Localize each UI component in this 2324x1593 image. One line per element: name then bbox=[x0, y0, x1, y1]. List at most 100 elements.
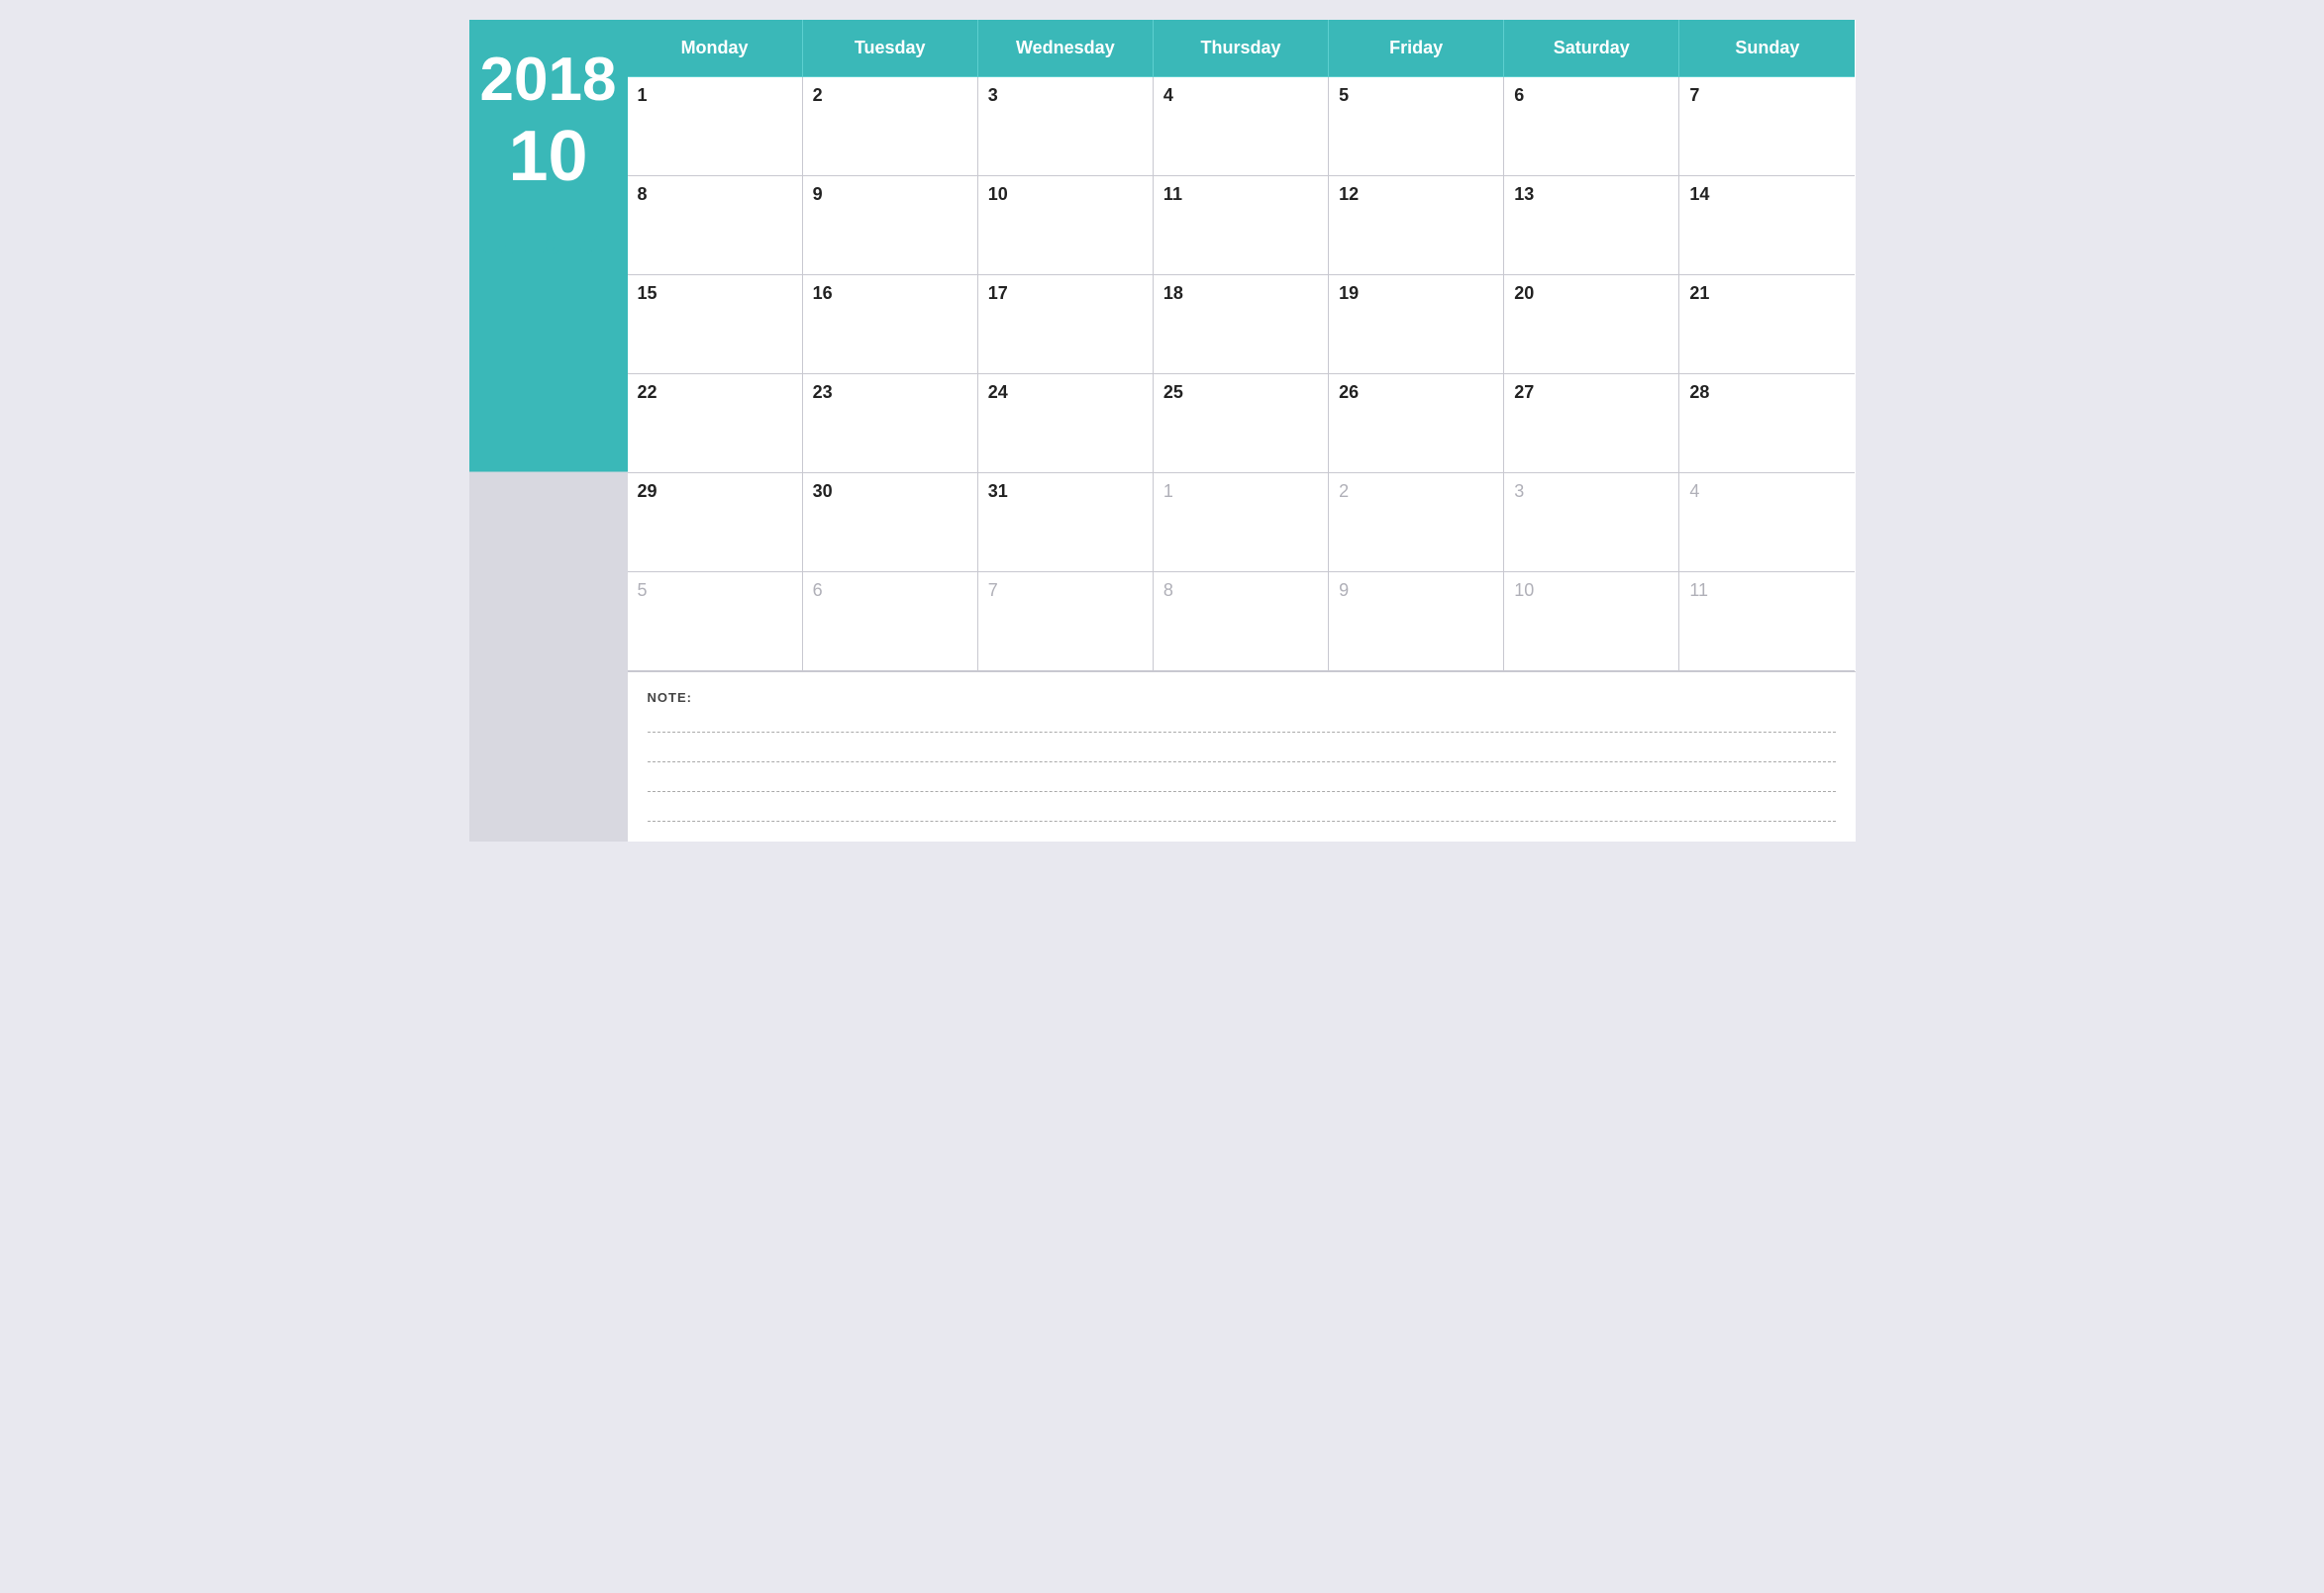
day-headers: MondayTuesdayWednesdayThursdayFridaySatu… bbox=[628, 20, 1856, 77]
cell-number: 28 bbox=[1689, 382, 1845, 403]
cell-number: 13 bbox=[1514, 184, 1668, 205]
cell-number: 4 bbox=[1689, 481, 1845, 502]
cell-number: 3 bbox=[1514, 481, 1668, 502]
cell-number: 18 bbox=[1163, 283, 1318, 304]
cell-number: 8 bbox=[1163, 580, 1318, 601]
calendar-cell[interactable]: 17 bbox=[978, 275, 1154, 374]
calendar-cell[interactable]: 2 bbox=[803, 77, 978, 176]
calendar-cell[interactable]: 6 bbox=[803, 572, 978, 671]
cell-number: 9 bbox=[813, 184, 967, 205]
cell-number: 22 bbox=[638, 382, 792, 403]
calendar-cell[interactable]: 2 bbox=[1329, 473, 1504, 572]
calendar-cell[interactable]: 7 bbox=[978, 572, 1154, 671]
calendar-cell[interactable]: 23 bbox=[803, 374, 978, 473]
calendar-cell[interactable]: 20 bbox=[1504, 275, 1679, 374]
calendar-cell[interactable]: 24 bbox=[978, 374, 1154, 473]
notes-section: NOTE: bbox=[628, 671, 1856, 842]
cell-number: 1 bbox=[1163, 481, 1318, 502]
calendar-cell[interactable]: 27 bbox=[1504, 374, 1679, 473]
calendar-cell[interactable]: 4 bbox=[1154, 77, 1329, 176]
cell-number: 27 bbox=[1514, 382, 1668, 403]
notes-label: NOTE: bbox=[648, 690, 1836, 705]
calendar-cell[interactable]: 5 bbox=[1329, 77, 1504, 176]
cell-number: 29 bbox=[638, 481, 792, 502]
cell-number: 10 bbox=[988, 184, 1143, 205]
cell-number: 14 bbox=[1689, 184, 1845, 205]
cell-number: 31 bbox=[988, 481, 1143, 502]
calendar-cell[interactable]: 11 bbox=[1679, 572, 1855, 671]
cell-number: 23 bbox=[813, 382, 967, 403]
calendar-cell[interactable]: 26 bbox=[1329, 374, 1504, 473]
calendar-cell[interactable]: 15 bbox=[628, 275, 803, 374]
cell-number: 8 bbox=[638, 184, 792, 205]
calendar-wrapper: 2018 10 October MondayTuesdayWednesdayTh… bbox=[469, 20, 1856, 842]
calendar-cell[interactable]: 29 bbox=[628, 473, 803, 572]
calendar-cell[interactable]: 1 bbox=[1154, 473, 1329, 572]
cell-number: 7 bbox=[1689, 85, 1845, 106]
calendar-cell[interactable]: 28 bbox=[1679, 374, 1855, 473]
calendar-cell[interactable]: 11 bbox=[1154, 176, 1329, 275]
notes-line[interactable] bbox=[648, 713, 1836, 733]
day-header-monday: Monday bbox=[628, 20, 803, 77]
cell-number: 17 bbox=[988, 283, 1143, 304]
calendar-cell[interactable]: 14 bbox=[1679, 176, 1855, 275]
day-header-wednesday: Wednesday bbox=[978, 20, 1154, 77]
calendar-cell[interactable]: 10 bbox=[978, 176, 1154, 275]
calendar-cell[interactable]: 19 bbox=[1329, 275, 1504, 374]
cell-number: 16 bbox=[813, 283, 967, 304]
cell-number: 9 bbox=[1339, 580, 1493, 601]
cell-number: 2 bbox=[813, 85, 967, 106]
sidebar-month-name: October bbox=[479, 222, 616, 263]
calendar-cell[interactable]: 8 bbox=[1154, 572, 1329, 671]
calendar-cell[interactable]: 9 bbox=[803, 176, 978, 275]
cell-number: 12 bbox=[1339, 184, 1493, 205]
cell-number: 25 bbox=[1163, 382, 1318, 403]
calendar-cell[interactable]: 25 bbox=[1154, 374, 1329, 473]
cell-number: 5 bbox=[1339, 85, 1493, 106]
cell-number: 1 bbox=[638, 85, 792, 106]
cell-number: 10 bbox=[1514, 580, 1668, 601]
cell-number: 2 bbox=[1339, 481, 1493, 502]
cell-number: 7 bbox=[988, 580, 1143, 601]
day-header-friday: Friday bbox=[1329, 20, 1504, 77]
cell-number: 19 bbox=[1339, 283, 1493, 304]
day-header-thursday: Thursday bbox=[1154, 20, 1329, 77]
calendar-cell[interactable]: 16 bbox=[803, 275, 978, 374]
calendar-cell[interactable]: 30 bbox=[803, 473, 978, 572]
day-header-tuesday: Tuesday bbox=[803, 20, 978, 77]
cell-number: 30 bbox=[813, 481, 967, 502]
calendar-grid: 1234567891011121314151617181920212223242… bbox=[628, 77, 1856, 671]
cell-number: 11 bbox=[1163, 184, 1318, 205]
cell-number: 11 bbox=[1689, 580, 1845, 601]
notes-line[interactable] bbox=[648, 743, 1836, 762]
calendar-cell[interactable]: 31 bbox=[978, 473, 1154, 572]
calendar-cell[interactable]: 3 bbox=[1504, 473, 1679, 572]
cell-number: 20 bbox=[1514, 283, 1668, 304]
calendar-cell[interactable]: 7 bbox=[1679, 77, 1855, 176]
calendar-cell[interactable]: 4 bbox=[1679, 473, 1855, 572]
calendar-cell[interactable]: 10 bbox=[1504, 572, 1679, 671]
calendar-cell[interactable]: 12 bbox=[1329, 176, 1504, 275]
notes-line[interactable] bbox=[648, 772, 1836, 792]
cell-number: 24 bbox=[988, 382, 1143, 403]
calendar-cell[interactable]: 1 bbox=[628, 77, 803, 176]
calendar-cell[interactable]: 8 bbox=[628, 176, 803, 275]
cell-number: 5 bbox=[638, 580, 792, 601]
calendar-cell[interactable]: 9 bbox=[1329, 572, 1504, 671]
calendar-main: MondayTuesdayWednesdayThursdayFridaySatu… bbox=[628, 20, 1856, 842]
calendar-cell[interactable]: 3 bbox=[978, 77, 1154, 176]
calendar-cell[interactable]: 18 bbox=[1154, 275, 1329, 374]
calendar-cell[interactable]: 21 bbox=[1679, 275, 1855, 374]
cell-number: 4 bbox=[1163, 85, 1318, 106]
cell-number: 15 bbox=[638, 283, 792, 304]
cell-number: 6 bbox=[1514, 85, 1668, 106]
day-header-saturday: Saturday bbox=[1504, 20, 1679, 77]
cell-number: 6 bbox=[813, 580, 967, 601]
notes-lines bbox=[648, 713, 1836, 822]
calendar-cell[interactable]: 22 bbox=[628, 374, 803, 473]
sidebar: 2018 10 October bbox=[469, 20, 628, 842]
calendar-cell[interactable]: 5 bbox=[628, 572, 803, 671]
calendar-cell[interactable]: 13 bbox=[1504, 176, 1679, 275]
notes-line[interactable] bbox=[648, 802, 1836, 822]
calendar-cell[interactable]: 6 bbox=[1504, 77, 1679, 176]
